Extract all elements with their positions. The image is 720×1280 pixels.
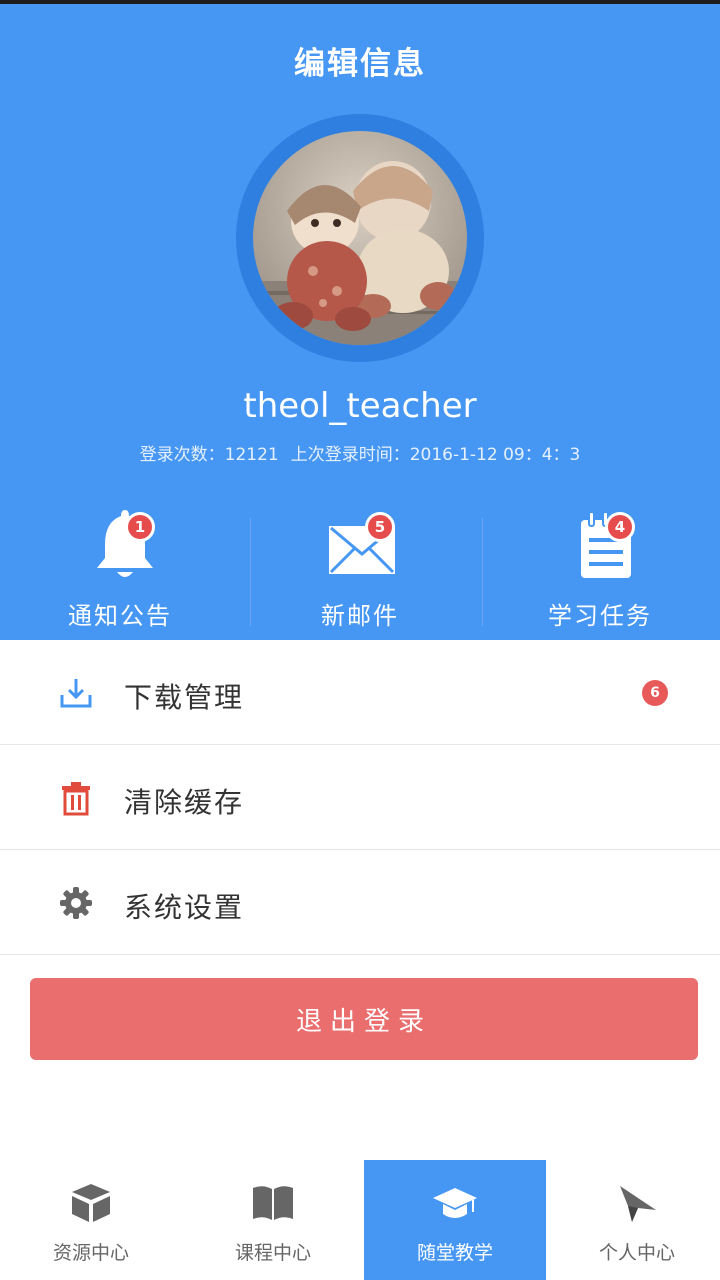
- graduation-cap-icon: [432, 1180, 478, 1226]
- bell-icon: [85, 504, 165, 584]
- menu-item-clear-cache[interactable]: 清除缓存: [0, 745, 720, 850]
- profile-header: 编辑信息 theol_teacher 登录次数：12121 上次登录时间：201…: [0, 4, 720, 640]
- mail-label: 新邮件: [321, 602, 399, 630]
- notepad-icon: [565, 504, 645, 584]
- task-badge: 4: [605, 512, 635, 542]
- login-info: 登录次数：12121 上次登录时间：2016-1-12 09：4：3: [0, 440, 720, 465]
- mail-button[interactable]: 5 新邮件: [240, 504, 480, 634]
- avatar-ring: [236, 114, 484, 362]
- menu-item-label: 下载管理: [124, 681, 245, 714]
- nav-course-center[interactable]: 课程中心: [182, 1160, 364, 1280]
- bottom-nav: 资源中心 课程中心 随堂教学 个人中心: [0, 1160, 720, 1280]
- login-count: 登录次数：12121: [139, 445, 279, 465]
- nav-label: 课程中心: [234, 1242, 311, 1264]
- gear-icon: [58, 885, 94, 921]
- menu-item-settings[interactable]: 系统设置: [0, 850, 720, 955]
- username: theol_teacher: [243, 386, 477, 426]
- download-icon: [58, 675, 94, 711]
- notice-label: 通知公告: [68, 602, 172, 630]
- box-icon: [68, 1180, 114, 1226]
- paper-plane-icon: [614, 1180, 660, 1226]
- notice-badge: 1: [125, 512, 155, 542]
- quick-actions: 1 通知公告 5 新邮件 4 学习任务: [0, 504, 720, 634]
- notice-button[interactable]: 1 通知公告: [0, 504, 240, 634]
- last-login-time: 上次登录时间：2016-1-12 09：4：3: [290, 445, 581, 465]
- nav-label: 随堂教学: [416, 1242, 493, 1264]
- settings-menu: 下载管理 6 清除缓存 系统设置: [0, 640, 720, 955]
- menu-item-label: 清除缓存: [124, 786, 245, 819]
- mail-icon: [325, 504, 405, 584]
- trash-icon: [58, 780, 94, 816]
- nav-resource-center[interactable]: 资源中心: [0, 1160, 182, 1280]
- mail-badge: 5: [365, 512, 395, 542]
- task-label: 学习任务: [548, 602, 652, 630]
- page-title[interactable]: 编辑信息: [0, 38, 720, 83]
- download-badge: 6: [642, 680, 668, 706]
- book-icon: [250, 1180, 296, 1226]
- task-button[interactable]: 4 学习任务: [480, 504, 720, 634]
- menu-item-download[interactable]: 下载管理 6: [0, 640, 720, 745]
- nav-label: 资源中心: [52, 1242, 129, 1264]
- nav-label: 个人中心: [598, 1242, 675, 1264]
- menu-item-label: 系统设置: [124, 891, 245, 924]
- logout-button[interactable]: 退出登录: [30, 978, 698, 1060]
- nav-class-teaching[interactable]: 随堂教学: [364, 1160, 546, 1280]
- nav-personal-center[interactable]: 个人中心: [546, 1160, 720, 1280]
- avatar[interactable]: [253, 131, 467, 345]
